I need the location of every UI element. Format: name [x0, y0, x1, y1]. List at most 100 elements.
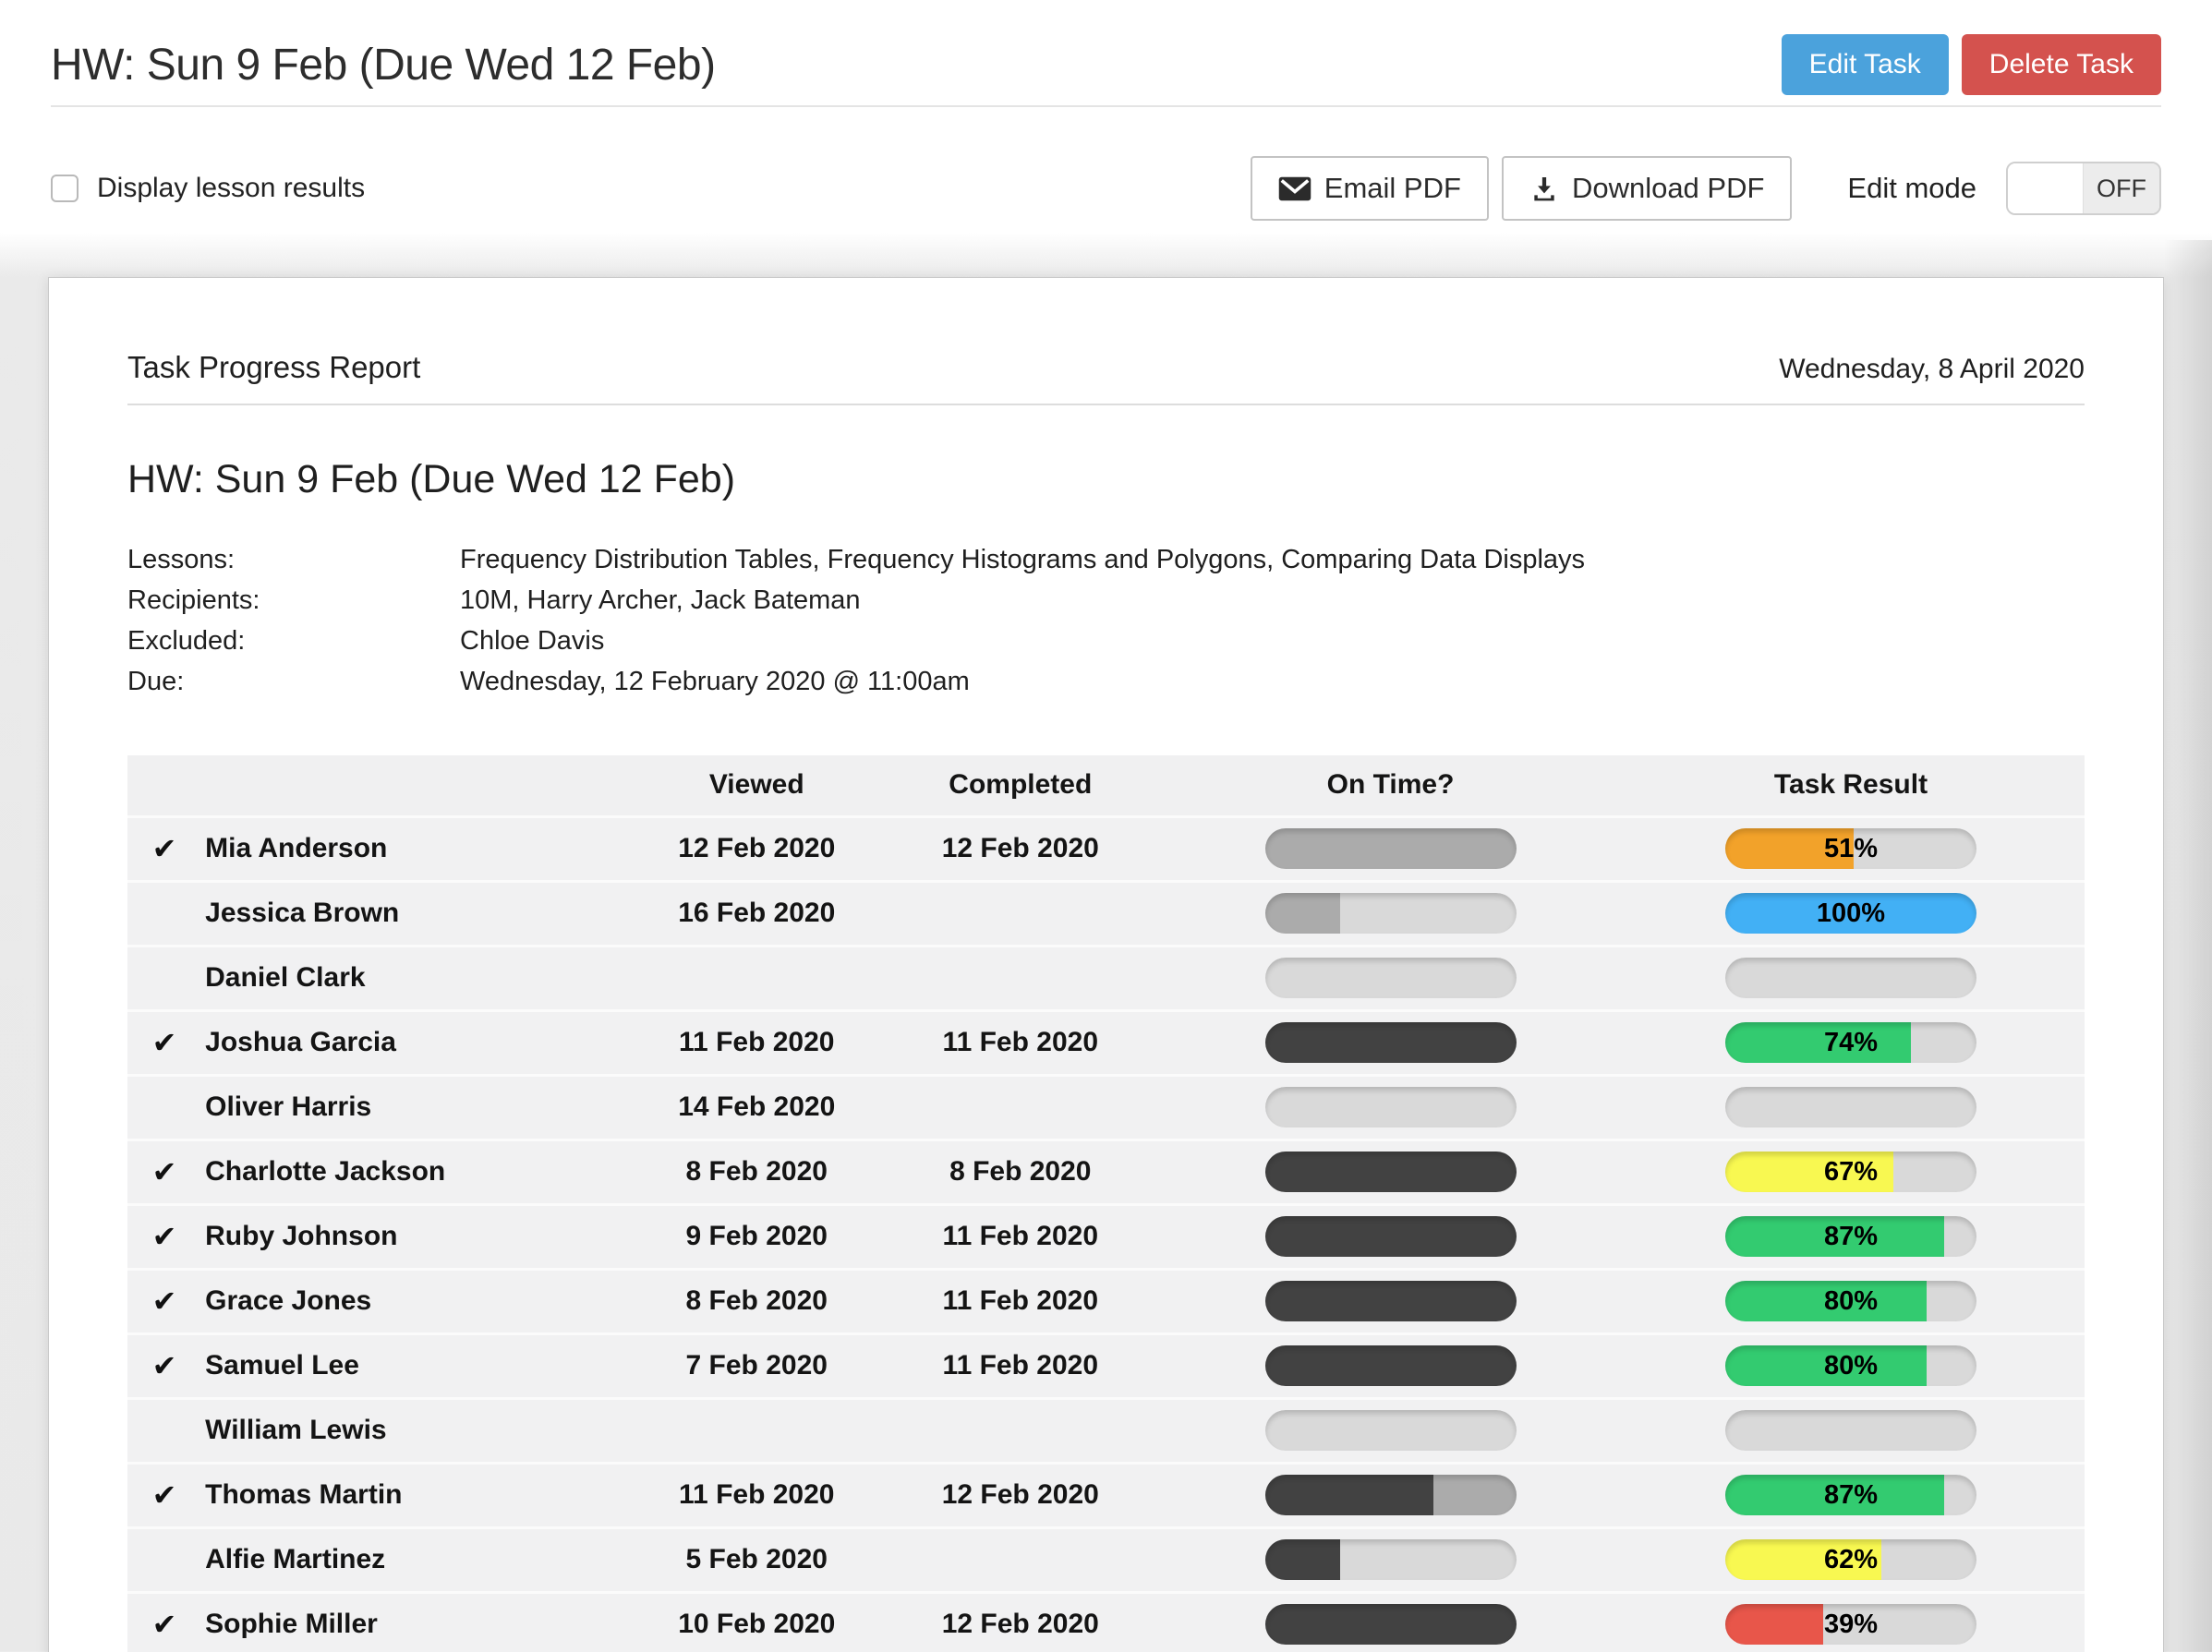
- check-icon: ✔: [152, 1608, 177, 1641]
- on-time-cell: [1164, 1075, 1617, 1140]
- table-row: ✔Charlotte Jackson8 Feb 20208 Feb 202067…: [127, 1140, 2085, 1204]
- completed-check-cell: [127, 946, 201, 1010]
- download-pdf-button[interactable]: Download PDF: [1502, 156, 1792, 221]
- bar-segment-mid: [1433, 1475, 1517, 1515]
- download-icon: [1529, 174, 1559, 203]
- completed-date: 11 Feb 2020: [877, 1269, 1165, 1333]
- col-header-task-result: Task Result: [1617, 755, 2085, 816]
- on-time-bar: [1265, 1345, 1517, 1386]
- completed-check-cell: ✔: [127, 1592, 201, 1652]
- on-time-cell: [1164, 1204, 1617, 1269]
- task-result-bar: 74%: [1725, 1022, 1976, 1063]
- task-result-cell: 87%: [1617, 1463, 2085, 1527]
- viewed-date: [636, 946, 876, 1010]
- email-pdf-button[interactable]: Email PDF: [1251, 156, 1489, 221]
- completed-check-cell: ✔: [127, 1269, 201, 1333]
- completed-check-cell: ✔: [127, 816, 201, 881]
- table-header-row: Viewed Completed On Time? Task Result: [127, 755, 2085, 816]
- bar-segment-dark: [1265, 1539, 1341, 1580]
- task-result-cell: [1617, 946, 2085, 1010]
- on-time-cell: [1164, 1010, 1617, 1075]
- on-time-cell: [1164, 816, 1617, 881]
- on-time-cell: [1164, 1527, 1617, 1592]
- completed-date: 12 Feb 2020: [877, 816, 1165, 881]
- completed-date: 11 Feb 2020: [877, 1010, 1165, 1075]
- student-name: Alfie Martinez: [201, 1527, 636, 1592]
- controls-right: Email PDF Download PDF Edit mode OFF: [1238, 156, 2161, 221]
- col-header-name: [201, 755, 636, 816]
- on-time-cell: [1164, 1592, 1617, 1652]
- table-row: ✔Sophie Miller10 Feb 202012 Feb 202039%: [127, 1592, 2085, 1652]
- viewed-date: 16 Feb 2020: [636, 881, 876, 946]
- edit-mode-toggle-state: OFF: [2084, 163, 2159, 213]
- check-icon: ✔: [152, 1220, 177, 1253]
- student-name: Joshua Garcia: [201, 1010, 636, 1075]
- task-result-cell: 39%: [1617, 1592, 2085, 1652]
- display-lesson-results-control[interactable]: Display lesson results: [51, 173, 365, 204]
- table-row: ✔Samuel Lee7 Feb 202011 Feb 202080%: [127, 1333, 2085, 1398]
- detail-label: Due:: [127, 661, 460, 702]
- table-row: ✔Mia Anderson12 Feb 202012 Feb 202051%: [127, 816, 2085, 881]
- completed-date: [877, 946, 1165, 1010]
- bar-segment-dark: [1265, 1281, 1517, 1321]
- edit-mode-label: Edit mode: [1847, 172, 1976, 205]
- check-icon: ✔: [152, 832, 177, 865]
- table-row: Alfie Martinez5 Feb 202062%: [127, 1527, 2085, 1592]
- detail-value: Wednesday, 12 February 2020 @ 11:00am: [460, 661, 2085, 702]
- task-details: Lessons:Frequency Distribution Tables, F…: [127, 539, 2085, 702]
- completed-check-cell: ✔: [127, 1140, 201, 1204]
- email-icon: [1278, 176, 1311, 201]
- page-title: HW: Sun 9 Feb (Due Wed 12 Feb): [51, 40, 716, 90]
- edit-task-button[interactable]: Edit Task: [1782, 34, 1949, 95]
- report-header: Task Progress Report Wednesday, 8 April …: [127, 350, 2085, 405]
- email-pdf-label: Email PDF: [1324, 172, 1461, 205]
- page-edge-shade: [2164, 240, 2212, 1652]
- completed-check-cell: [127, 1527, 201, 1592]
- task-result-percent: 51%: [1725, 828, 1976, 869]
- report-date: Wednesday, 8 April 2020: [1779, 354, 2085, 385]
- on-time-cell: [1164, 1463, 1617, 1527]
- detail-row: Excluded:Chloe Davis: [127, 621, 2085, 661]
- detail-row: Due:Wednesday, 12 February 2020 @ 11:00a…: [127, 661, 2085, 702]
- detail-value: Chloe Davis: [460, 621, 2085, 661]
- check-icon: ✔: [152, 1478, 177, 1512]
- on-time-cell: [1164, 1269, 1617, 1333]
- student-name: Grace Jones: [201, 1269, 636, 1333]
- viewed-date: 10 Feb 2020: [636, 1592, 876, 1652]
- edit-mode-toggle[interactable]: OFF: [2006, 162, 2161, 215]
- student-name: Jessica Brown: [201, 881, 636, 946]
- on-time-cell: [1164, 946, 1617, 1010]
- on-time-cell: [1164, 1398, 1617, 1463]
- bar-segment-dark: [1265, 1152, 1517, 1192]
- edit-mode-toggle-knob[interactable]: [2008, 163, 2084, 213]
- student-name: Ruby Johnson: [201, 1204, 636, 1269]
- table-row: ✔Thomas Martin11 Feb 202012 Feb 202087%: [127, 1463, 2085, 1527]
- display-lesson-results-checkbox[interactable]: [51, 175, 79, 202]
- check-icon: ✔: [152, 1349, 177, 1382]
- on-time-bar: [1265, 1216, 1517, 1257]
- report-panel: Task Progress Report Wednesday, 8 April …: [48, 277, 2164, 1652]
- delete-task-button[interactable]: Delete Task: [1962, 34, 2161, 95]
- student-name: Sophie Miller: [201, 1592, 636, 1652]
- completed-date: 11 Feb 2020: [877, 1204, 1165, 1269]
- check-icon: ✔: [152, 1155, 177, 1188]
- detail-value: Frequency Distribution Tables, Frequency…: [460, 539, 2085, 580]
- viewed-date: 8 Feb 2020: [636, 1269, 876, 1333]
- task-result-percent: 74%: [1725, 1022, 1976, 1063]
- student-name: Mia Anderson: [201, 816, 636, 881]
- display-lesson-results-label: Display lesson results: [97, 173, 365, 204]
- completed-check-cell: ✔: [127, 1463, 201, 1527]
- table-row: Jessica Brown16 Feb 2020 100%: [127, 881, 2085, 946]
- viewed-date: 8 Feb 2020: [636, 1140, 876, 1204]
- bar-segment-dark: [1265, 1216, 1517, 1257]
- on-time-bar: [1265, 1152, 1517, 1192]
- task-result-cell: 87%: [1617, 1204, 2085, 1269]
- viewed-date: 11 Feb 2020: [636, 1463, 876, 1527]
- task-result-bar: 51%: [1725, 828, 1976, 869]
- task-result-cell: 80%: [1617, 1269, 2085, 1333]
- task-result-bar: 100%: [1725, 893, 1976, 934]
- task-result-percent: 39%: [1725, 1604, 1976, 1645]
- on-time-bar: [1265, 1475, 1517, 1515]
- task-result-cell: [1617, 1398, 2085, 1463]
- task-result-cell: 51%: [1617, 816, 2085, 881]
